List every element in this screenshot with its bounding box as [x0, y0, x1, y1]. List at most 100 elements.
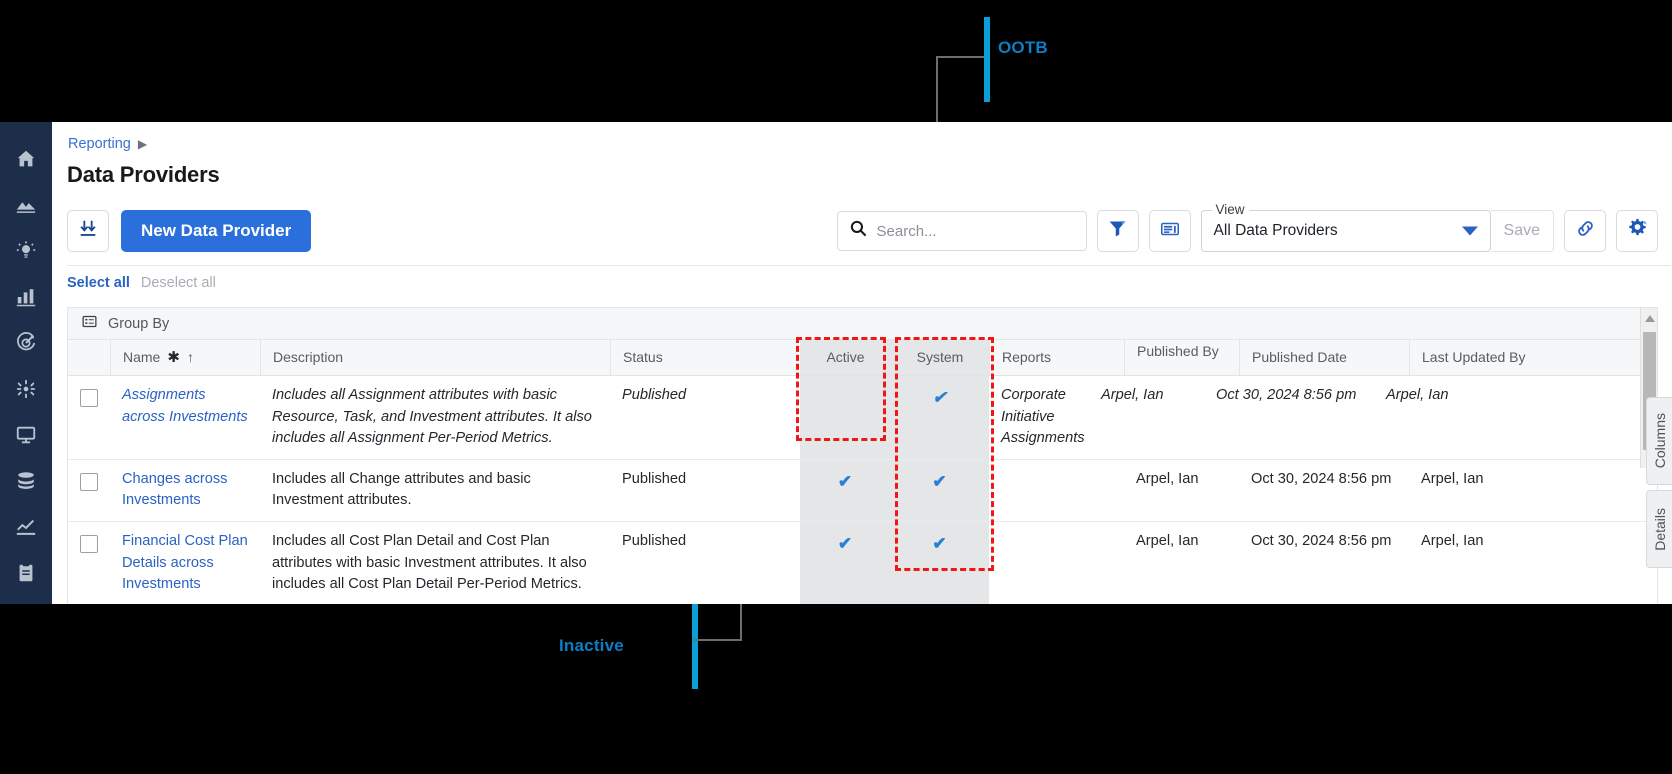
- link-icon: [1575, 218, 1596, 244]
- chevron-down-icon[interactable]: [1462, 227, 1478, 236]
- row-checkbox-cell[interactable]: [68, 522, 110, 604]
- row-checkbox[interactable]: [80, 473, 98, 491]
- page-title: Data Providers: [67, 162, 220, 188]
- cell-system: ✔: [890, 376, 989, 459]
- sort-asc-icon: ↑: [187, 350, 194, 365]
- settings-button[interactable]: [1616, 210, 1658, 252]
- table-row[interactable]: Assignments across Investments Includes …: [68, 376, 1657, 460]
- sidebar-item-home[interactable]: [0, 136, 52, 182]
- download-icon: [77, 218, 99, 245]
- line-chart-icon: [15, 516, 37, 538]
- cell-reports: [989, 522, 1124, 604]
- toolbar: New Data Provider Search...: [67, 210, 1658, 254]
- cell-status: Published: [610, 376, 800, 459]
- hub-icon: [15, 378, 37, 400]
- cell-description: Includes all Assignment attributes with …: [260, 376, 610, 459]
- row-checkbox[interactable]: [80, 535, 98, 553]
- row-checkbox-cell[interactable]: [68, 460, 110, 521]
- header-cell-status[interactable]: Status: [610, 340, 800, 375]
- cell-published-date: Oct 30, 2024 8:56 pm: [1204, 376, 1374, 459]
- table-row[interactable]: Financial Cost Plan Details across Inves…: [68, 522, 1657, 604]
- header-cell-published-by[interactable]: Published By: [1124, 340, 1239, 375]
- cell-status: Published: [610, 522, 800, 604]
- sidebar-item-goals[interactable]: [0, 320, 52, 366]
- monitor-icon: [15, 424, 37, 446]
- database-icon: [15, 470, 37, 492]
- header-cell-reports[interactable]: Reports: [989, 340, 1124, 375]
- save-button[interactable]: Save: [1491, 210, 1554, 252]
- sidebar-item-timesheets[interactable]: [0, 550, 52, 596]
- row-checkbox-cell[interactable]: [68, 376, 110, 459]
- active-check-icon: ✔: [838, 534, 852, 553]
- cell-published-by: Arpel, Ian: [1124, 460, 1239, 521]
- sidebar-item-reports[interactable]: [0, 274, 52, 320]
- selection-actions: Select all Deselect all: [67, 265, 1671, 291]
- cell-active: [800, 376, 890, 459]
- view-selected-value: All Data Providers: [1214, 222, 1338, 240]
- grid-header-row: Name ✱ ↑ Description Status Active Syste…: [68, 340, 1657, 376]
- download-button[interactable]: [67, 210, 109, 252]
- cell-published-date: Oct 30, 2024 8:56 pm: [1239, 522, 1409, 604]
- row-checkbox[interactable]: [80, 389, 98, 407]
- name-link[interactable]: Financial Cost Plan Details across Inves…: [122, 533, 248, 592]
- view-select[interactable]: View All Data Providers: [1201, 210, 1491, 252]
- group-by-bar[interactable]: Group By: [68, 308, 1657, 340]
- filter-button[interactable]: [1097, 210, 1139, 252]
- cell-status: Published: [610, 460, 800, 521]
- cell-reports: Corporate Initiative Assignments: [989, 376, 1089, 459]
- scroll-up-arrow-icon[interactable]: [1645, 315, 1655, 322]
- sidebar-item-insights[interactable]: [0, 228, 52, 274]
- cell-description: Includes all Change attributes and basic…: [260, 460, 610, 521]
- header-cell-published-date[interactable]: Published Date: [1239, 340, 1409, 375]
- new-data-provider-button[interactable]: New Data Provider: [121, 210, 311, 252]
- sidebar-item-hub[interactable]: [0, 366, 52, 412]
- side-tab-columns[interactable]: Columns: [1646, 397, 1672, 485]
- bar-chart-icon: [15, 286, 37, 308]
- name-link[interactable]: Changes across Investments: [122, 471, 227, 509]
- header-label-name: Name: [123, 350, 160, 365]
- inactive-annotation-bar: [692, 604, 698, 689]
- system-check-icon: ✔: [932, 388, 946, 407]
- app-window: Reporting ▶ Data Providers New Data Prov…: [0, 122, 1672, 604]
- link-button[interactable]: [1564, 210, 1606, 252]
- select-all-link[interactable]: Select all: [67, 275, 130, 291]
- group-by-icon: [81, 313, 98, 334]
- search-box[interactable]: Search...: [837, 211, 1087, 251]
- active-check-icon: ✔: [838, 472, 852, 491]
- deselect-all-link[interactable]: Deselect all: [141, 275, 216, 291]
- clipboard-icon: [15, 562, 37, 584]
- cell-name[interactable]: Financial Cost Plan Details across Inves…: [110, 522, 260, 604]
- header-cell-last-updated-by[interactable]: Last Updated By: [1409, 340, 1569, 375]
- header-cell-active[interactable]: Active: [800, 340, 890, 375]
- cell-name[interactable]: Assignments across Investments: [110, 376, 260, 459]
- cell-name[interactable]: Changes across Investments: [110, 460, 260, 521]
- sidebar-item-trends[interactable]: [0, 504, 52, 550]
- side-tab-details[interactable]: Details: [1646, 490, 1672, 568]
- lightbulb-icon: [15, 240, 37, 262]
- ootb-leader-horizontal: [936, 56, 984, 58]
- cell-active: ✔: [800, 460, 890, 521]
- sidebar-item-data[interactable]: [0, 458, 52, 504]
- table-row[interactable]: Changes across Investments Includes all …: [68, 460, 1657, 522]
- main-content: Reporting ▶ Data Providers New Data Prov…: [52, 122, 1672, 604]
- side-tab-columns-label: Columns: [1652, 413, 1668, 468]
- view-label: View: [1212, 202, 1249, 217]
- toolbar-left-group: New Data Provider: [67, 210, 311, 252]
- side-tab-details-label: Details: [1652, 508, 1668, 551]
- search-input[interactable]: Search...: [877, 223, 937, 240]
- sidebar-item-overview[interactable]: [0, 182, 52, 228]
- breadcrumb-link-reporting[interactable]: Reporting: [68, 136, 131, 152]
- layout-button[interactable]: [1149, 210, 1191, 252]
- header-cell-system[interactable]: System: [890, 340, 989, 375]
- ootb-annotation-bar: [984, 17, 990, 102]
- sidebar-item-monitor[interactable]: [0, 412, 52, 458]
- group-by-label: Group By: [108, 316, 169, 332]
- header-cell-name[interactable]: Name ✱ ↑: [110, 340, 260, 375]
- header-cell-checkbox: [68, 340, 110, 375]
- gear-icon: [1626, 217, 1649, 245]
- data-grid: Group By Name ✱ ↑ Description Status Act…: [67, 307, 1658, 604]
- name-link[interactable]: Assignments across Investments: [122, 387, 248, 425]
- header-cell-description[interactable]: Description: [260, 340, 610, 375]
- breadcrumb: Reporting ▶: [68, 136, 147, 152]
- required-asterisk-icon: ✱: [167, 350, 180, 366]
